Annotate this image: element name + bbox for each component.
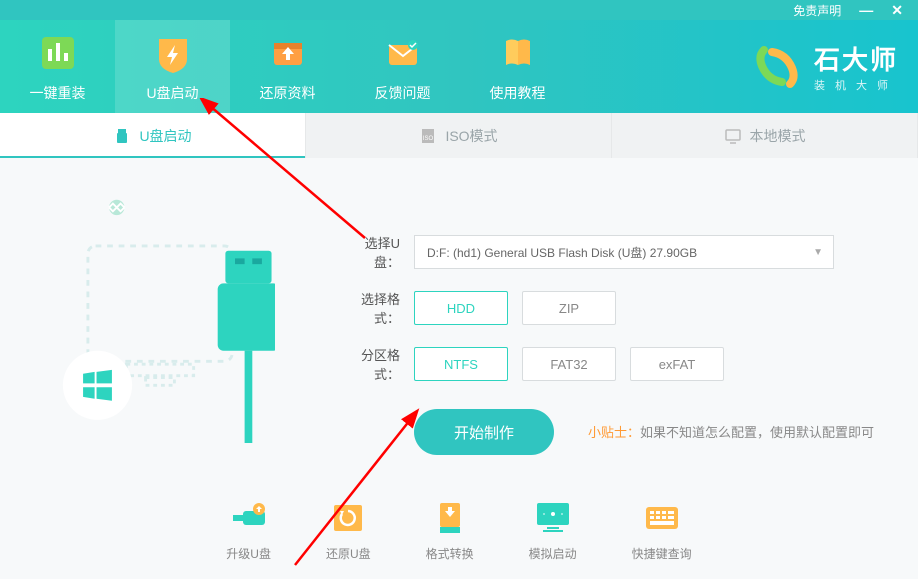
nav-usb-boot[interactable]: U盘启动 [115, 20, 230, 113]
usb-upgrade-icon [229, 499, 269, 535]
bar-chart-icon [36, 31, 80, 75]
convert-icon [430, 499, 470, 535]
brand-title: 石大师 [814, 40, 898, 77]
svg-text:ISO: ISO [423, 136, 434, 142]
top-nav: 一键重装 U盘启动 还原资料 反馈问题 使用教程 石大师 装机大师 [0, 20, 918, 113]
brand-logo-icon [752, 42, 802, 92]
format-option-hdd[interactable]: HDD [414, 291, 508, 325]
main-area: 选择U盘： D:F: (hd1) General USB Flash Disk … [0, 158, 918, 489]
nav-label: 使用教程 [490, 83, 546, 103]
format-label: 选择格式： [340, 289, 400, 327]
start-button[interactable]: 开始制作 [414, 409, 554, 455]
restore-icon [328, 499, 368, 535]
iso-icon: ISO [419, 127, 437, 145]
nav-tutorial[interactable]: 使用教程 [460, 20, 575, 113]
nav-label: 还原资料 [260, 83, 316, 103]
usb-select[interactable]: D:F: (hd1) General USB Flash Disk (U盘) 2… [414, 235, 834, 269]
tool-label: 格式转换 [426, 545, 474, 562]
subtab-local[interactable]: 本地模式 [612, 113, 918, 158]
tool-label: 快捷键查询 [632, 545, 692, 562]
disclaimer-link[interactable]: 免责声明 [793, 2, 841, 19]
tool-shortcut-query[interactable]: 快捷键查询 [632, 499, 692, 579]
subtab-usb[interactable]: U盘启动 [0, 113, 306, 158]
format-option-zip[interactable]: ZIP [522, 291, 616, 325]
nav-label: 一键重装 [30, 83, 86, 103]
tip-text: 如果不知道怎么配置，使用默认配置即可 [640, 425, 874, 440]
partition-label: 分区格式： [340, 345, 400, 383]
keyboard-icon [642, 499, 682, 535]
partition-option-ntfs[interactable]: NTFS [414, 347, 508, 381]
tool-label: 模拟启动 [529, 545, 577, 562]
subtab-label: 本地模式 [750, 126, 806, 146]
minimize-icon[interactable]: — [859, 2, 873, 18]
subtab-label: U盘启动 [139, 126, 191, 146]
sub-tabs: U盘启动 ISO ISO模式 本地模式 [0, 113, 918, 158]
tool-label: 升级U盘 [226, 545, 271, 562]
titlebar: 免责声明 — ✕ [0, 0, 918, 20]
partition-option-exfat[interactable]: exFAT [630, 347, 724, 381]
subtab-iso[interactable]: ISO ISO模式 [306, 113, 612, 158]
tool-simulate-boot[interactable]: 模拟启动 [529, 499, 577, 579]
nav-label: 反馈问题 [375, 83, 431, 103]
upload-box-icon [266, 31, 310, 75]
nav-reinstall[interactable]: 一键重装 [0, 20, 115, 113]
monitor-play-icon [533, 499, 573, 535]
nav-label: U盘启动 [146, 83, 198, 103]
envelope-icon [381, 31, 425, 75]
partition-option-fat32[interactable]: FAT32 [522, 347, 616, 381]
usb-icon [113, 127, 131, 145]
tool-upgrade-usb[interactable]: 升级U盘 [226, 499, 271, 579]
book-icon [496, 31, 540, 75]
brand: 石大师 装机大师 [752, 40, 898, 93]
usb-select-label: 选择U盘： [340, 233, 400, 271]
tool-format-convert[interactable]: 格式转换 [426, 499, 474, 579]
brand-subtitle: 装机大师 [814, 77, 898, 93]
subtab-label: ISO模式 [445, 126, 497, 146]
shield-flash-icon [151, 31, 195, 75]
tool-label: 还原U盘 [326, 545, 371, 562]
nav-restore[interactable]: 还原资料 [230, 20, 345, 113]
usb-monitor-illustration [45, 193, 275, 443]
close-icon[interactable]: ✕ [891, 2, 903, 19]
tip-label: 小贴士： [588, 425, 640, 440]
tool-restore-usb[interactable]: 还原U盘 [326, 499, 371, 579]
chevron-down-icon: ▼ [813, 247, 823, 258]
nav-feedback[interactable]: 反馈问题 [345, 20, 460, 113]
usb-select-value: D:F: (hd1) General USB Flash Disk (U盘) 2… [427, 244, 697, 261]
form-area: 选择U盘： D:F: (hd1) General USB Flash Disk … [340, 233, 878, 455]
monitor-icon [724, 127, 742, 145]
bottom-tools: 升级U盘 还原U盘 格式转换 模拟启动 快捷键查询 [0, 489, 918, 579]
